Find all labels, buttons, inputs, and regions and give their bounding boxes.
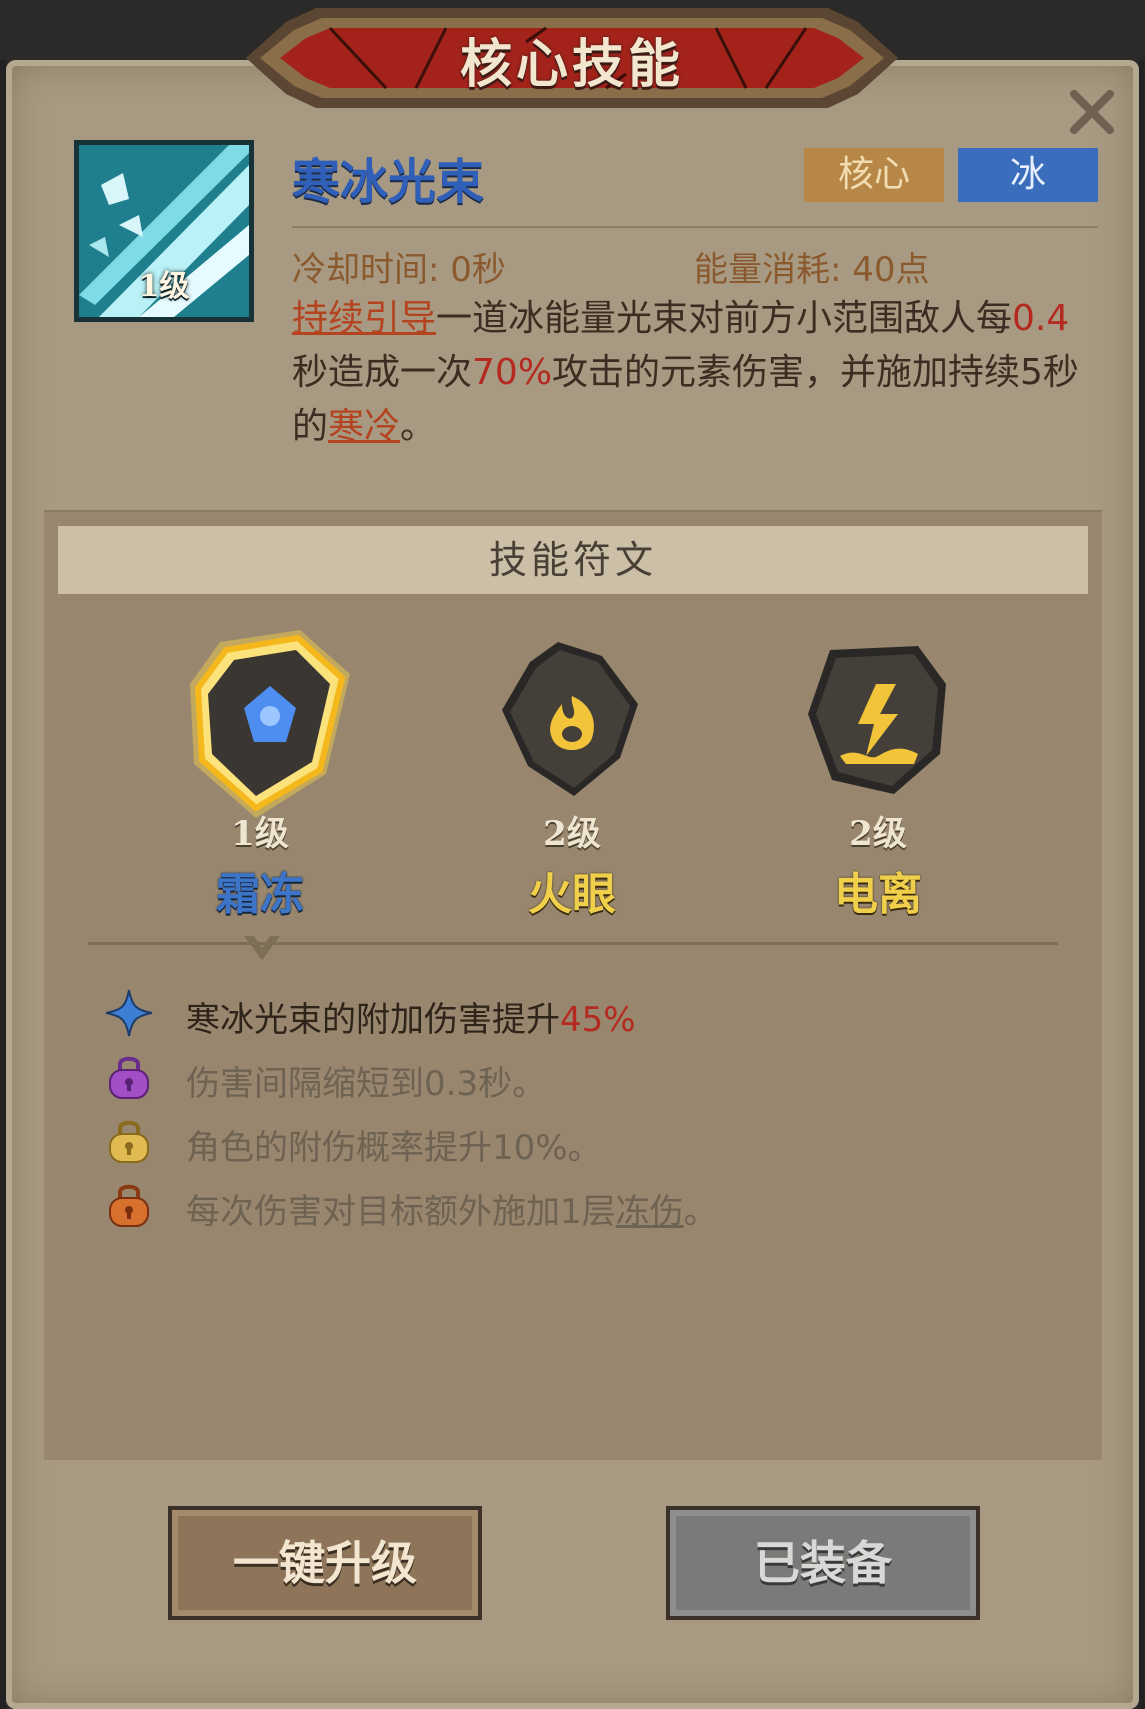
tag-element: 冰 bbox=[958, 148, 1098, 202]
flame-icon bbox=[502, 642, 638, 796]
rune-fire-eye[interactable] bbox=[462, 640, 682, 800]
skill-name: 寒冰光束 bbox=[292, 154, 485, 210]
effect-desc: 每次伤害对目标额外施加1层 bbox=[186, 1192, 616, 1232]
close-icon bbox=[1070, 90, 1114, 134]
rune-fire-eye-level: 2级 bbox=[543, 814, 601, 854]
keyword-chill-link[interactable]: 寒冷 bbox=[328, 406, 400, 447]
rune-ionize-name: 电离 bbox=[834, 869, 922, 920]
effect-row: 角色的附伤概率提升10%。 bbox=[104, 1116, 602, 1168]
skill-icon: 1级 bbox=[74, 140, 254, 322]
skill-level: 1级 bbox=[138, 269, 190, 304]
desc-text: 一道冰能量光束对前方小范围敌人每 bbox=[436, 298, 1013, 339]
upgrade-all-label: 一键升级 bbox=[233, 1536, 417, 1590]
rune-frost-level: 1级 bbox=[231, 814, 289, 854]
equipped-button[interactable]: 已装备 bbox=[666, 1506, 980, 1620]
desc-damage: 70% bbox=[472, 352, 553, 393]
tag-core: 核心 bbox=[804, 148, 944, 202]
keyword-channel-link[interactable]: 持续引导 bbox=[292, 298, 436, 339]
selection-pointer-icon bbox=[244, 936, 280, 960]
rune-frost-name: 霜冻 bbox=[216, 869, 304, 920]
rune-fire-eye-name: 火眼 bbox=[528, 869, 616, 920]
desc-text: 秒造成一次 bbox=[292, 352, 473, 393]
effect-text: 寒冰光束的附加伤害提升45% bbox=[186, 992, 636, 1041]
effect-text: 伤害间隔缩短到0.3秒。 bbox=[186, 1064, 547, 1104]
cooldown-text: 冷却时间: 0秒 bbox=[292, 250, 506, 290]
header-divider bbox=[292, 226, 1098, 228]
energy-cost-text: 能量消耗: 40点 bbox=[694, 250, 930, 290]
equipped-label: 已装备 bbox=[754, 1536, 892, 1590]
rune-ionize-level: 2级 bbox=[849, 814, 907, 854]
diamond-star-icon bbox=[105, 989, 153, 1037]
window-title: 核心技能 bbox=[459, 35, 684, 95]
title-banner: 核心技能 bbox=[246, 8, 898, 108]
skill-description: 持续引导一道冰能量光束对前方小范围敌人每0.4秒造成一次70%攻击的元素伤害，并… bbox=[292, 292, 1082, 454]
lightning-icon bbox=[808, 646, 946, 794]
rune-divider bbox=[88, 942, 1058, 945]
effect-text: 每次伤害对目标额外施加1层冻伤。 bbox=[186, 1184, 718, 1233]
rune-ionize[interactable] bbox=[768, 644, 988, 804]
effect-row: 寒冰光束的附加伤害提升45% bbox=[104, 988, 636, 1040]
desc-text: 。 bbox=[400, 406, 437, 447]
snowflake-icon bbox=[190, 630, 350, 818]
lock-orange-icon bbox=[109, 1184, 149, 1227]
effect-row: 每次伤害对目标额外施加1层冻伤。 bbox=[104, 1180, 718, 1232]
effect-desc: 。 bbox=[683, 1192, 718, 1232]
lock-gold-icon bbox=[109, 1120, 149, 1163]
effect-desc: 寒冰光束的附加伤害提升 bbox=[186, 1000, 560, 1040]
upgrade-all-button[interactable]: 一键升级 bbox=[168, 1506, 482, 1620]
effect-row: 伤害间隔缩短到0.3秒。 bbox=[104, 1052, 546, 1104]
lock-purple-icon bbox=[109, 1056, 149, 1099]
effect-value: 45% bbox=[560, 1000, 636, 1040]
desc-interval: 0.4 bbox=[1012, 298, 1070, 339]
effect-text: 角色的附伤概率提升10%。 bbox=[186, 1128, 602, 1168]
keyword-frostbite-link[interactable]: 冻伤 bbox=[616, 1192, 684, 1232]
close-button[interactable] bbox=[1064, 84, 1120, 140]
rune-header: 技能符文 bbox=[58, 526, 1088, 594]
